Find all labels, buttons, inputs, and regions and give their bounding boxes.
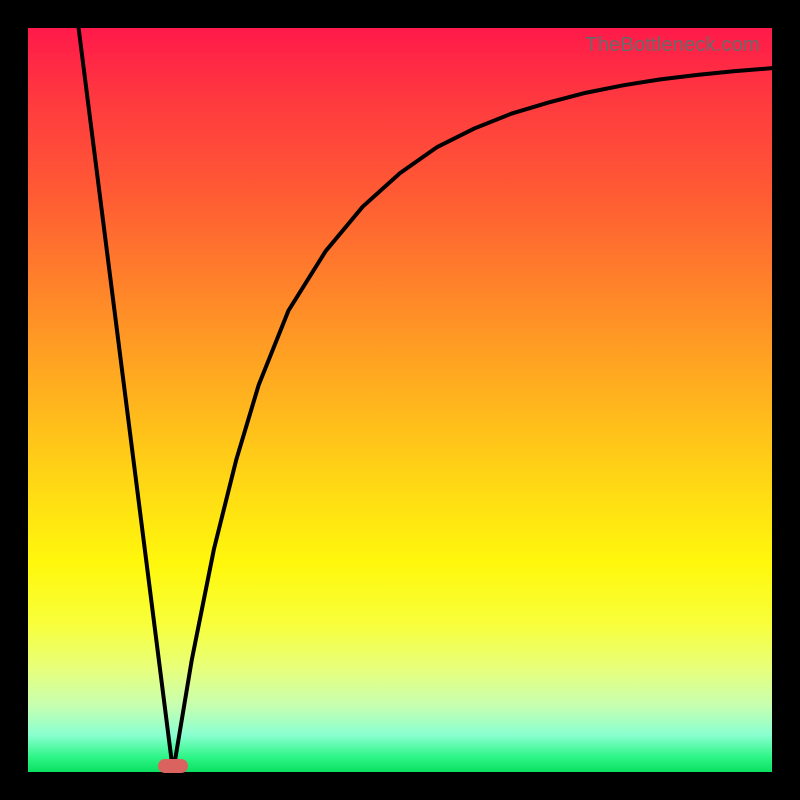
chart-frame: TheBottleneck.com bbox=[0, 0, 800, 800]
curve-path bbox=[79, 28, 772, 772]
plot-area: TheBottleneck.com bbox=[28, 28, 772, 772]
min-marker bbox=[158, 759, 188, 773]
curve-layer bbox=[28, 28, 772, 772]
